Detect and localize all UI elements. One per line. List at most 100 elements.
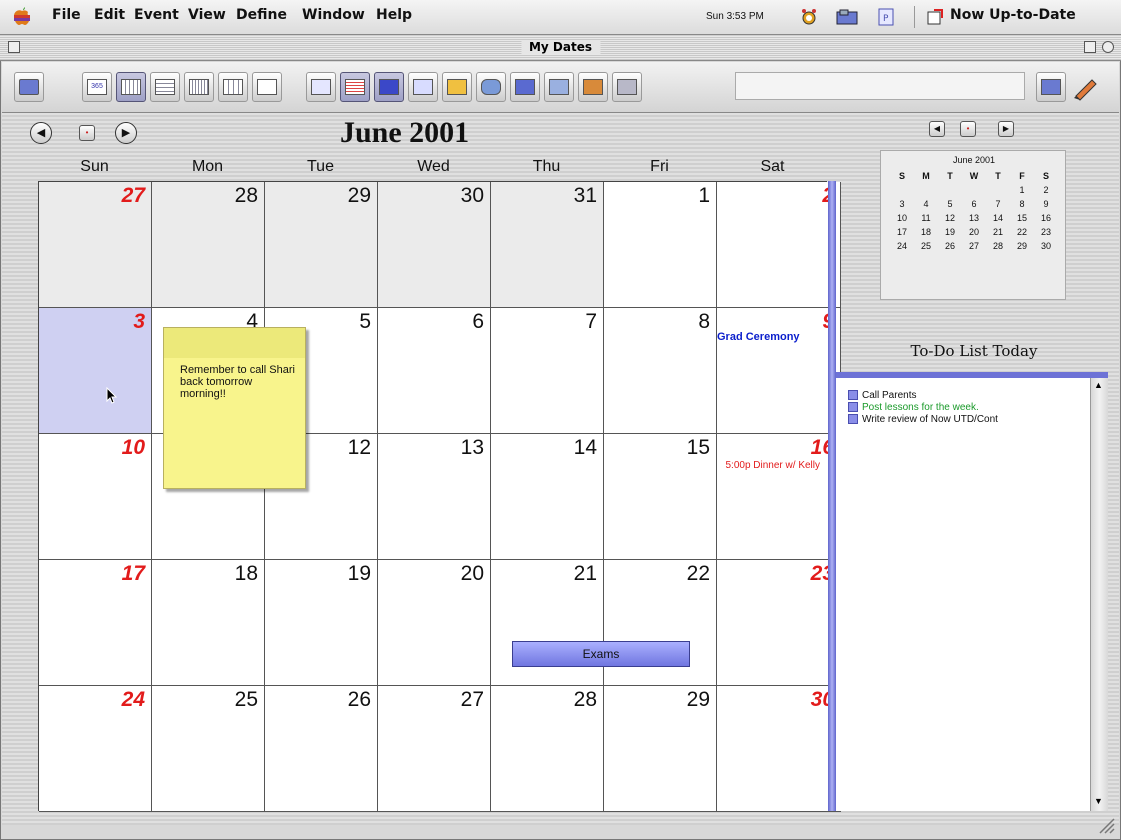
menu-edit[interactable]: Edit bbox=[94, 7, 125, 23]
menu-view[interactable]: View bbox=[188, 7, 226, 23]
day-cell[interactable]: 30 bbox=[717, 686, 841, 812]
new-banner-icon[interactable] bbox=[442, 72, 472, 102]
mini-calendar-day[interactable]: 27 bbox=[965, 241, 983, 251]
mini-calendar-day[interactable]: 23 bbox=[1037, 227, 1055, 237]
mini-calendar-day[interactable]: 11 bbox=[917, 213, 935, 223]
day-cell[interactable]: 21 bbox=[491, 560, 604, 686]
day-cell[interactable]: 8 bbox=[604, 308, 717, 434]
next-month-button[interactable]: ▶ bbox=[115, 122, 137, 144]
multi-week-view-icon[interactable] bbox=[150, 72, 180, 102]
apple-menu-icon[interactable] bbox=[12, 5, 32, 27]
scroll-down-icon[interactable]: ▼ bbox=[1094, 796, 1103, 806]
mini-next-button[interactable]: ▶ bbox=[998, 121, 1014, 137]
mini-calendar-day[interactable]: 15 bbox=[1013, 213, 1031, 223]
day-cell[interactable]: 29 bbox=[604, 686, 717, 812]
mini-calendar-day[interactable]: 16 bbox=[1037, 213, 1055, 223]
zoom-box-icon[interactable] bbox=[1084, 41, 1096, 53]
print-icon[interactable] bbox=[612, 72, 642, 102]
day-cell[interactable]: 27 bbox=[39, 182, 152, 308]
mini-calendar-day[interactable]: 1 bbox=[1013, 185, 1031, 195]
mini-calendar-day[interactable]: 18 bbox=[917, 227, 935, 237]
mini-calendar-day[interactable]: 7 bbox=[989, 199, 1007, 209]
mini-calendar-day[interactable]: 12 bbox=[941, 213, 959, 223]
mini-calendar-day[interactable]: 25 bbox=[917, 241, 935, 251]
mini-calendar-day[interactable]: 2 bbox=[1037, 185, 1055, 195]
todo-item[interactable]: Call Parents bbox=[848, 390, 916, 401]
day-cell[interactable]: 10 bbox=[39, 434, 152, 560]
edit-pencil-icon[interactable] bbox=[1070, 72, 1100, 102]
day-cell[interactable]: 27 bbox=[378, 686, 491, 812]
day-cell[interactable]: 14 bbox=[491, 434, 604, 560]
collapse-box-icon[interactable] bbox=[1102, 41, 1114, 53]
day-cell[interactable]: 25 bbox=[152, 686, 265, 812]
todo-checkbox-icon[interactable] bbox=[848, 402, 858, 413]
day-cell[interactable]: 17 bbox=[39, 560, 152, 686]
new-event-icon[interactable] bbox=[408, 72, 438, 102]
todo-scrollbar[interactable]: ▲ ▼ bbox=[1090, 378, 1108, 811]
day-cell[interactable]: 29 bbox=[265, 182, 378, 308]
sticky-note-header[interactable] bbox=[164, 328, 305, 358]
mini-calendar-day[interactable]: 4 bbox=[917, 199, 935, 209]
toolbar-search-field[interactable] bbox=[735, 72, 1025, 100]
month-view-icon[interactable] bbox=[116, 72, 146, 102]
list-view-icon[interactable] bbox=[340, 72, 370, 102]
mini-calendar-day[interactable]: 6 bbox=[965, 199, 983, 209]
categories-icon[interactable] bbox=[578, 72, 608, 102]
menu-help[interactable]: Help bbox=[376, 7, 412, 23]
day-cell[interactable]: 28 bbox=[491, 686, 604, 812]
mini-calendar-day[interactable]: 17 bbox=[893, 227, 911, 237]
day-cell[interactable]: 30 bbox=[378, 182, 491, 308]
mini-calendar-day[interactable]: 22 bbox=[1013, 227, 1031, 237]
today-button[interactable]: • bbox=[79, 125, 95, 141]
day-cell[interactable]: 16 bbox=[717, 434, 841, 560]
mini-today-button[interactable]: • bbox=[960, 121, 976, 137]
home-icon[interactable] bbox=[14, 72, 44, 102]
day-cell[interactable]: 6 bbox=[378, 308, 491, 434]
todo-checkbox-icon[interactable] bbox=[848, 390, 858, 401]
new-todo-icon[interactable] bbox=[510, 72, 540, 102]
day-cell[interactable]: 9 bbox=[717, 308, 841, 434]
menu-app-name[interactable]: Now Up-to-Date bbox=[950, 7, 1076, 23]
contacts-toolbar-icon[interactable] bbox=[476, 72, 506, 102]
todo-item[interactable]: Post lessons for the week. bbox=[848, 402, 979, 413]
new-contact-icon[interactable] bbox=[544, 72, 574, 102]
day-cell[interactable]: 2 bbox=[717, 182, 841, 308]
mini-calendar-day[interactable]: 19 bbox=[941, 227, 959, 237]
goto-date-icon[interactable] bbox=[306, 72, 336, 102]
day-cell[interactable]: 24 bbox=[39, 686, 152, 812]
app-menu-icon[interactable] bbox=[926, 8, 944, 26]
notes-icon[interactable]: P bbox=[878, 8, 894, 26]
day-cell[interactable]: 26 bbox=[265, 686, 378, 812]
event-grad-ceremony[interactable]: Grad Ceremony bbox=[717, 331, 800, 344]
menu-define[interactable]: Define bbox=[236, 7, 287, 23]
mini-calendar-day[interactable]: 14 bbox=[989, 213, 1007, 223]
mini-calendar-day[interactable]: 10 bbox=[893, 213, 911, 223]
day-cell[interactable]: 23 bbox=[717, 560, 841, 686]
mini-calendar-day[interactable]: 20 bbox=[965, 227, 983, 237]
pane-divider[interactable] bbox=[828, 181, 836, 811]
todo-checkbox-icon[interactable] bbox=[848, 414, 858, 425]
mini-calendar-day[interactable]: 26 bbox=[941, 241, 959, 251]
mini-calendar-day[interactable]: 13 bbox=[965, 213, 983, 223]
year-view-icon[interactable]: 365 bbox=[82, 72, 112, 102]
day-view-icon[interactable] bbox=[252, 72, 282, 102]
alarm-clock-icon[interactable] bbox=[800, 8, 818, 26]
work-week-view-icon[interactable] bbox=[218, 72, 248, 102]
week-view-icon[interactable] bbox=[184, 72, 214, 102]
day-cell[interactable]: 22 bbox=[604, 560, 717, 686]
contacts-icon[interactable] bbox=[836, 9, 858, 25]
mini-calendar-day[interactable]: 9 bbox=[1037, 199, 1055, 209]
day-cell[interactable]: 15 bbox=[604, 434, 717, 560]
event-dinner[interactable]: 5:00p Dinner w/ Kelly bbox=[716, 460, 821, 472]
mini-calendar-day[interactable]: 30 bbox=[1037, 241, 1055, 251]
mini-calendar-day[interactable]: 21 bbox=[989, 227, 1007, 237]
resize-grip-icon[interactable] bbox=[1094, 813, 1116, 835]
mini-calendar-day[interactable]: 29 bbox=[1013, 241, 1031, 251]
day-cell[interactable]: 7 bbox=[491, 308, 604, 434]
day-cell[interactable]: 18 bbox=[152, 560, 265, 686]
window-title-bar[interactable]: My Dates bbox=[0, 36, 1121, 61]
sidebar-toggle-icon[interactable] bbox=[374, 72, 404, 102]
event-exams-banner[interactable]: Exams bbox=[512, 641, 690, 667]
day-cell[interactable]: 19 bbox=[265, 560, 378, 686]
mini-calendar-day[interactable]: 24 bbox=[893, 241, 911, 251]
